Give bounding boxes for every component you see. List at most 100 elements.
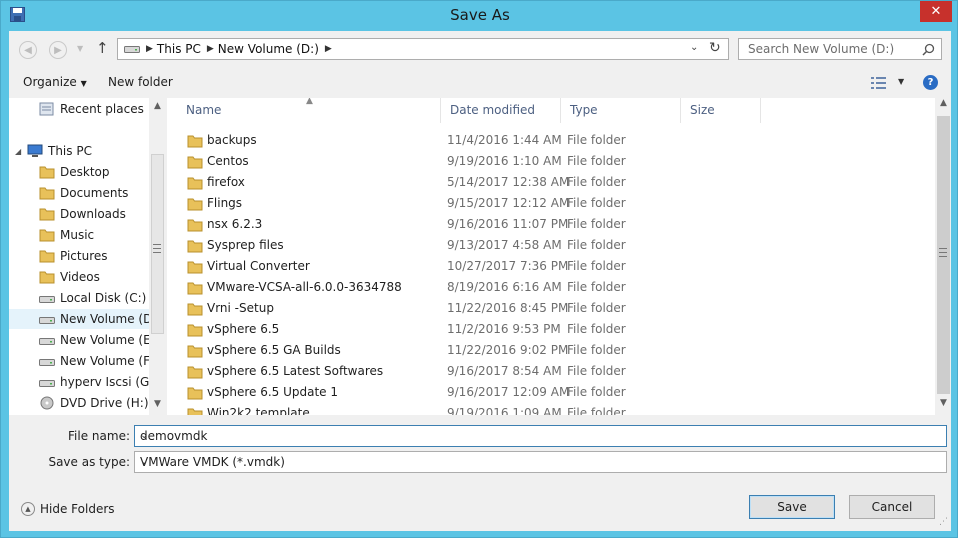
filename-label: File name: (68, 429, 130, 443)
file-name: Win2k2 template (207, 406, 310, 415)
breadcrumb-separator-icon[interactable]: ▶ (325, 44, 332, 54)
column-header-date[interactable]: Date modified (441, 98, 561, 123)
folder-icon (187, 218, 203, 232)
scroll-grip-icon (939, 248, 947, 257)
folder-icon (187, 323, 203, 337)
organize-label: Organize (23, 75, 77, 89)
close-button[interactable]: ✕ (920, 1, 952, 22)
dialog-body: ◀ ▶ ▼ ↑ ▶ This PC ▶ New Volume (D:) ▶ ⌄ … (9, 31, 951, 531)
file-list: Name ▲ Date modified Type Size backups 11… (167, 98, 935, 415)
file-name: vSphere 6.5 GA Builds (207, 343, 341, 357)
nav-item-music[interactable]: Music (39, 225, 94, 245)
navigation-pane-scrollbar[interactable]: ▲ ▼ (149, 98, 166, 415)
file-row[interactable]: Virtual Converter 10/27/2017 7:36 PM File … (167, 256, 935, 277)
file-name: Virtual Converter (207, 259, 310, 273)
breadcrumb-new-volume-d[interactable]: New Volume (D:) (218, 42, 319, 56)
nav-item-new-volume-e[interactable]: New Volume (E:) (39, 330, 159, 350)
title-bar[interactable]: Save As ✕ (1, 1, 958, 31)
breadcrumb-this-pc[interactable]: This PC (157, 42, 201, 56)
address-dropdown-icon[interactable]: ⌄ (690, 42, 698, 53)
file-row[interactable]: vSphere 6.5 GA Builds 11/22/2016 9:02 PM F… (167, 340, 935, 361)
chevron-down-icon[interactable]: ⌄ (140, 456, 943, 467)
navigation-pane: Recent places This PC ◢ Desktop Documents Dow… (9, 98, 166, 415)
search-input[interactable]: Search New Volume (D:) (738, 38, 942, 60)
nav-item-dvd-drive-h-pa[interactable]: DVD Drive (H:) pa (39, 393, 166, 413)
recent-locations-chevron-icon[interactable]: ▼ (77, 44, 83, 53)
drive-icon (39, 312, 55, 326)
file-row[interactable]: Centos 9/19/2016 1:10 AM File folder (167, 151, 935, 172)
nav-item-label: Pictures (60, 249, 108, 263)
file-date: 9/13/2017 4:58 AM (447, 238, 562, 252)
resize-grip-icon[interactable]: ⋰ (939, 517, 948, 527)
command-toolbar: Organize ▼ New folder ▼ ? (9, 69, 951, 97)
file-list-scrollbar[interactable]: ▲ ▼ (936, 98, 951, 415)
file-row[interactable]: backups 11/4/2016 1:44 AM File folder (167, 130, 935, 151)
organize-button[interactable]: Organize ▼ (23, 75, 87, 89)
nav-item-local-disk-c[interactable]: Local Disk (C:) (39, 288, 146, 308)
nav-item-recent-places[interactable]: Recent places (39, 99, 144, 119)
breadcrumb-separator-icon[interactable]: ▶ (207, 44, 214, 54)
hide-folders-button[interactable]: ▲ Hide Folders (21, 502, 115, 516)
cancel-button[interactable]: Cancel (849, 495, 935, 519)
column-header-type[interactable]: Type (561, 98, 681, 123)
chevron-down-icon[interactable]: ⌄ (140, 430, 943, 441)
file-type: File folder (567, 238, 626, 252)
scroll-up-icon[interactable]: ▲ (149, 98, 166, 115)
nav-item-new-volume-f[interactable]: New Volume (F:) (39, 351, 158, 371)
nav-item-new-volume-d[interactable]: New Volume (D:) (9, 309, 166, 329)
nav-item-label: Documents (60, 186, 129, 200)
nav-item-this-pc[interactable]: This PC ◢ (15, 141, 92, 161)
chevron-down-icon: ▼ (80, 79, 87, 88)
nav-item-hyperv-iscsi-g[interactable]: hyperv Iscsi (G:) (39, 372, 158, 392)
file-row[interactable]: Win2k2 template 9/19/2016 1:09 AM File fol… (167, 403, 935, 415)
file-row[interactable]: Vrni -Setup 11/22/2016 8:45 PM File folder (167, 298, 935, 319)
expand-chevron-icon[interactable]: ◢ (15, 147, 21, 156)
scroll-down-icon[interactable]: ▼ (149, 396, 166, 413)
savetype-select[interactable]: VMWare VMDK (*.vmdk) ⌄ (134, 451, 947, 473)
file-row[interactable]: VMware-VCSA-all-6.0.0-3634788 8/19/2016 6… (167, 277, 935, 298)
view-dropdown-icon[interactable]: ▼ (898, 77, 904, 86)
save-button[interactable]: Save (749, 495, 835, 519)
column-header-name[interactable]: Name (167, 98, 441, 123)
file-row[interactable]: vSphere 6.5 11/2/2016 9:53 PM File folder (167, 319, 935, 340)
nav-item-label: Recent places (60, 102, 144, 116)
folder-icon (39, 165, 55, 179)
file-date: 9/19/2016 1:09 AM (447, 406, 562, 415)
nav-item-documents[interactable]: Documents (39, 183, 128, 203)
nav-item-videos[interactable]: Videos (39, 267, 100, 287)
savetype-label: Save as type: (48, 455, 130, 469)
scroll-down-icon[interactable]: ▼ (936, 398, 951, 408)
nav-item-label: Videos (60, 270, 100, 284)
file-date: 5/14/2017 12:38 AM (447, 175, 570, 189)
file-name: VMware-VCSA-all-6.0.0-3634788 (207, 280, 402, 294)
help-icon[interactable]: ? (923, 75, 938, 90)
filename-input[interactable]: demovmdk ⌄ (134, 425, 947, 447)
drive-icon (39, 354, 55, 368)
nav-item-pictures[interactable]: Pictures (39, 246, 108, 266)
scroll-up-icon[interactable]: ▲ (936, 98, 951, 108)
file-row[interactable]: Flings 9/15/2017 12:12 AM File folder (167, 193, 935, 214)
file-row[interactable]: vSphere 6.5 Latest Softwares 9/16/2017 8:… (167, 361, 935, 382)
folder-icon (187, 281, 203, 295)
back-button[interactable]: ◀ (19, 41, 37, 59)
column-header-size[interactable]: Size (681, 98, 761, 123)
file-row[interactable]: firefox 5/14/2017 12:38 AM File folder (167, 172, 935, 193)
file-row[interactable]: nsx 6.2.3 9/16/2016 11:07 PM File folder (167, 214, 935, 235)
view-options-icon[interactable] (871, 77, 887, 89)
nav-item-downloads[interactable]: Downloads (39, 204, 126, 224)
file-type: File folder (567, 217, 626, 231)
breadcrumb-separator-icon[interactable]: ▶ (146, 44, 153, 54)
up-arrow-icon[interactable]: ↑ (96, 39, 109, 57)
forward-button[interactable]: ▶ (49, 41, 67, 59)
folder-icon (187, 134, 203, 148)
file-type: File folder (567, 259, 626, 273)
refresh-icon[interactable]: ↻ (709, 40, 721, 56)
file-row[interactable]: Sysprep files 9/13/2017 4:58 AM File folde… (167, 235, 935, 256)
file-row[interactable]: vSphere 6.5 Update 1 9/16/2017 12:09 AM Fi… (167, 382, 935, 403)
new-folder-button[interactable]: New folder (108, 75, 173, 89)
folder-icon (187, 407, 203, 415)
address-bar[interactable]: ▶ This PC ▶ New Volume (D:) ▶ ⌄ ↻ (117, 38, 729, 60)
file-name: Vrni -Setup (207, 301, 274, 315)
nav-item-desktop[interactable]: Desktop (39, 162, 110, 182)
close-icon: ✕ (930, 4, 942, 19)
